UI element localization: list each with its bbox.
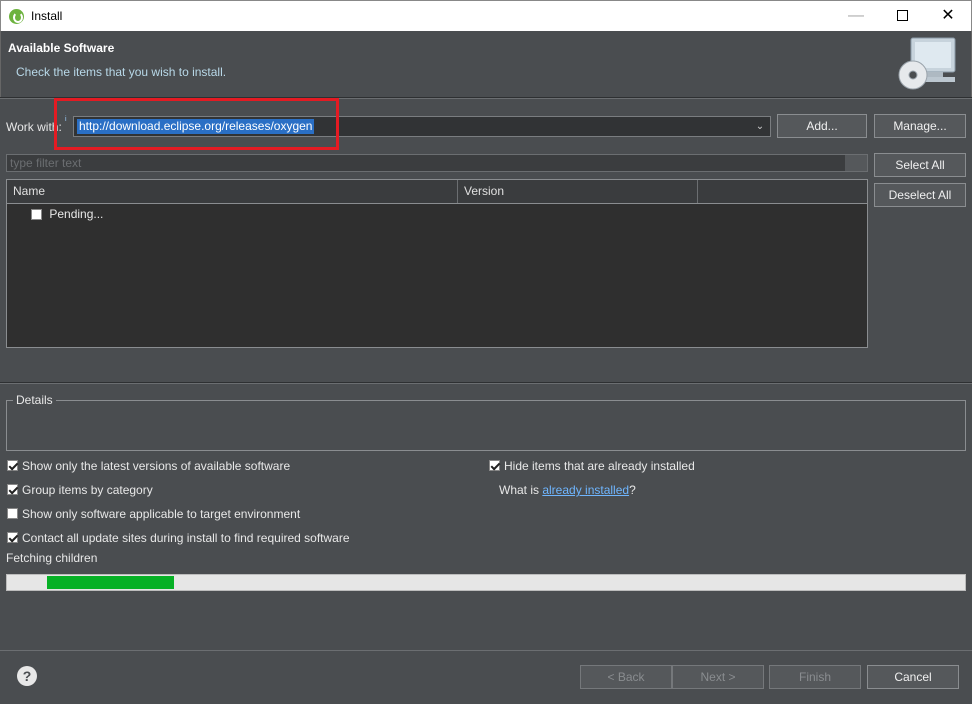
minimize-button[interactable]: — — [833, 1, 879, 31]
cancel-button[interactable]: Cancel — [867, 665, 959, 689]
maximize-button[interactable] — [879, 1, 925, 31]
what-is-installed: What is already installed? — [499, 482, 636, 498]
filter-input[interactable]: type filter text — [6, 154, 868, 172]
details-label: Details — [13, 393, 56, 407]
chevron-down-icon[interactable]: ⌄ — [752, 119, 768, 134]
checkbox-target-env[interactable] — [7, 508, 18, 520]
tree-header: Name Version — [7, 180, 867, 204]
close-button[interactable]: ✕ — [925, 1, 971, 31]
option-group-by-category[interactable]: Group items by category — [7, 482, 153, 498]
column-name[interactable]: Name — [7, 180, 458, 203]
window-title: Install — [31, 9, 63, 23]
wizard-header: Available Software Check the items that … — [0, 31, 972, 97]
page-message: Check the items that you wish to install… — [16, 65, 227, 79]
option-latest-versions-label: Show only the latest versions of availab… — [22, 459, 291, 473]
details-group: Details — [6, 393, 966, 451]
install-banner-icon — [898, 37, 956, 90]
window-titlebar: Install — ✕ — [0, 0, 972, 31]
help-icon[interactable]: ? — [17, 666, 37, 686]
option-target-env-label: Show only software applicable to target … — [22, 507, 301, 521]
finish-button[interactable]: Finish — [769, 665, 861, 689]
progress-bar — [6, 574, 966, 591]
what-is-prefix: What is — [499, 483, 543, 497]
select-all-button[interactable]: Select All — [874, 153, 966, 177]
back-button[interactable]: < Back — [580, 665, 672, 689]
details-separator — [0, 382, 972, 384]
spring-app-icon — [9, 9, 24, 24]
progress-label: Fetching children — [6, 551, 98, 565]
option-contact-all[interactable]: Contact all update sites during install … — [7, 530, 350, 546]
software-tree[interactable]: Name Version Pending... — [6, 179, 868, 348]
option-group-by-category-label: Group items by category — [22, 483, 153, 497]
option-hide-installed[interactable]: Hide items that are already installed — [489, 458, 695, 474]
checkbox-latest-versions[interactable] — [7, 460, 18, 472]
option-latest-versions[interactable]: Show only the latest versions of availab… — [7, 458, 290, 474]
deselect-all-button[interactable]: Deselect All — [874, 183, 966, 207]
filter-clear-area — [845, 155, 867, 171]
what-is-suffix: ? — [629, 483, 636, 497]
checkbox-group-by-category[interactable] — [7, 484, 18, 496]
checkbox-contact-all[interactable] — [7, 532, 18, 544]
filter-placeholder: type filter text — [10, 156, 82, 170]
checkbox-hide-installed[interactable] — [489, 460, 500, 472]
page-title: Available Software — [8, 41, 115, 55]
option-target-env[interactable]: Show only software applicable to target … — [7, 506, 300, 522]
highlight-box — [54, 98, 339, 150]
tree-row-label: Pending... — [49, 207, 104, 221]
column-extra[interactable] — [698, 180, 867, 203]
manage-sites-button[interactable]: Manage... — [874, 114, 966, 138]
option-contact-all-label: Contact all update sites during install … — [22, 531, 350, 545]
option-hide-installed-label: Hide items that are already installed — [504, 459, 695, 473]
tree-row-checkbox[interactable] — [31, 209, 42, 221]
next-button[interactable]: Next > — [672, 665, 764, 689]
column-version[interactable]: Version — [458, 180, 698, 203]
add-site-button[interactable]: Add... — [777, 114, 867, 138]
tree-row[interactable]: Pending... — [31, 206, 103, 222]
progress-fill — [47, 576, 174, 589]
maximize-icon — [896, 10, 908, 22]
already-installed-link[interactable]: already installed — [542, 483, 629, 497]
